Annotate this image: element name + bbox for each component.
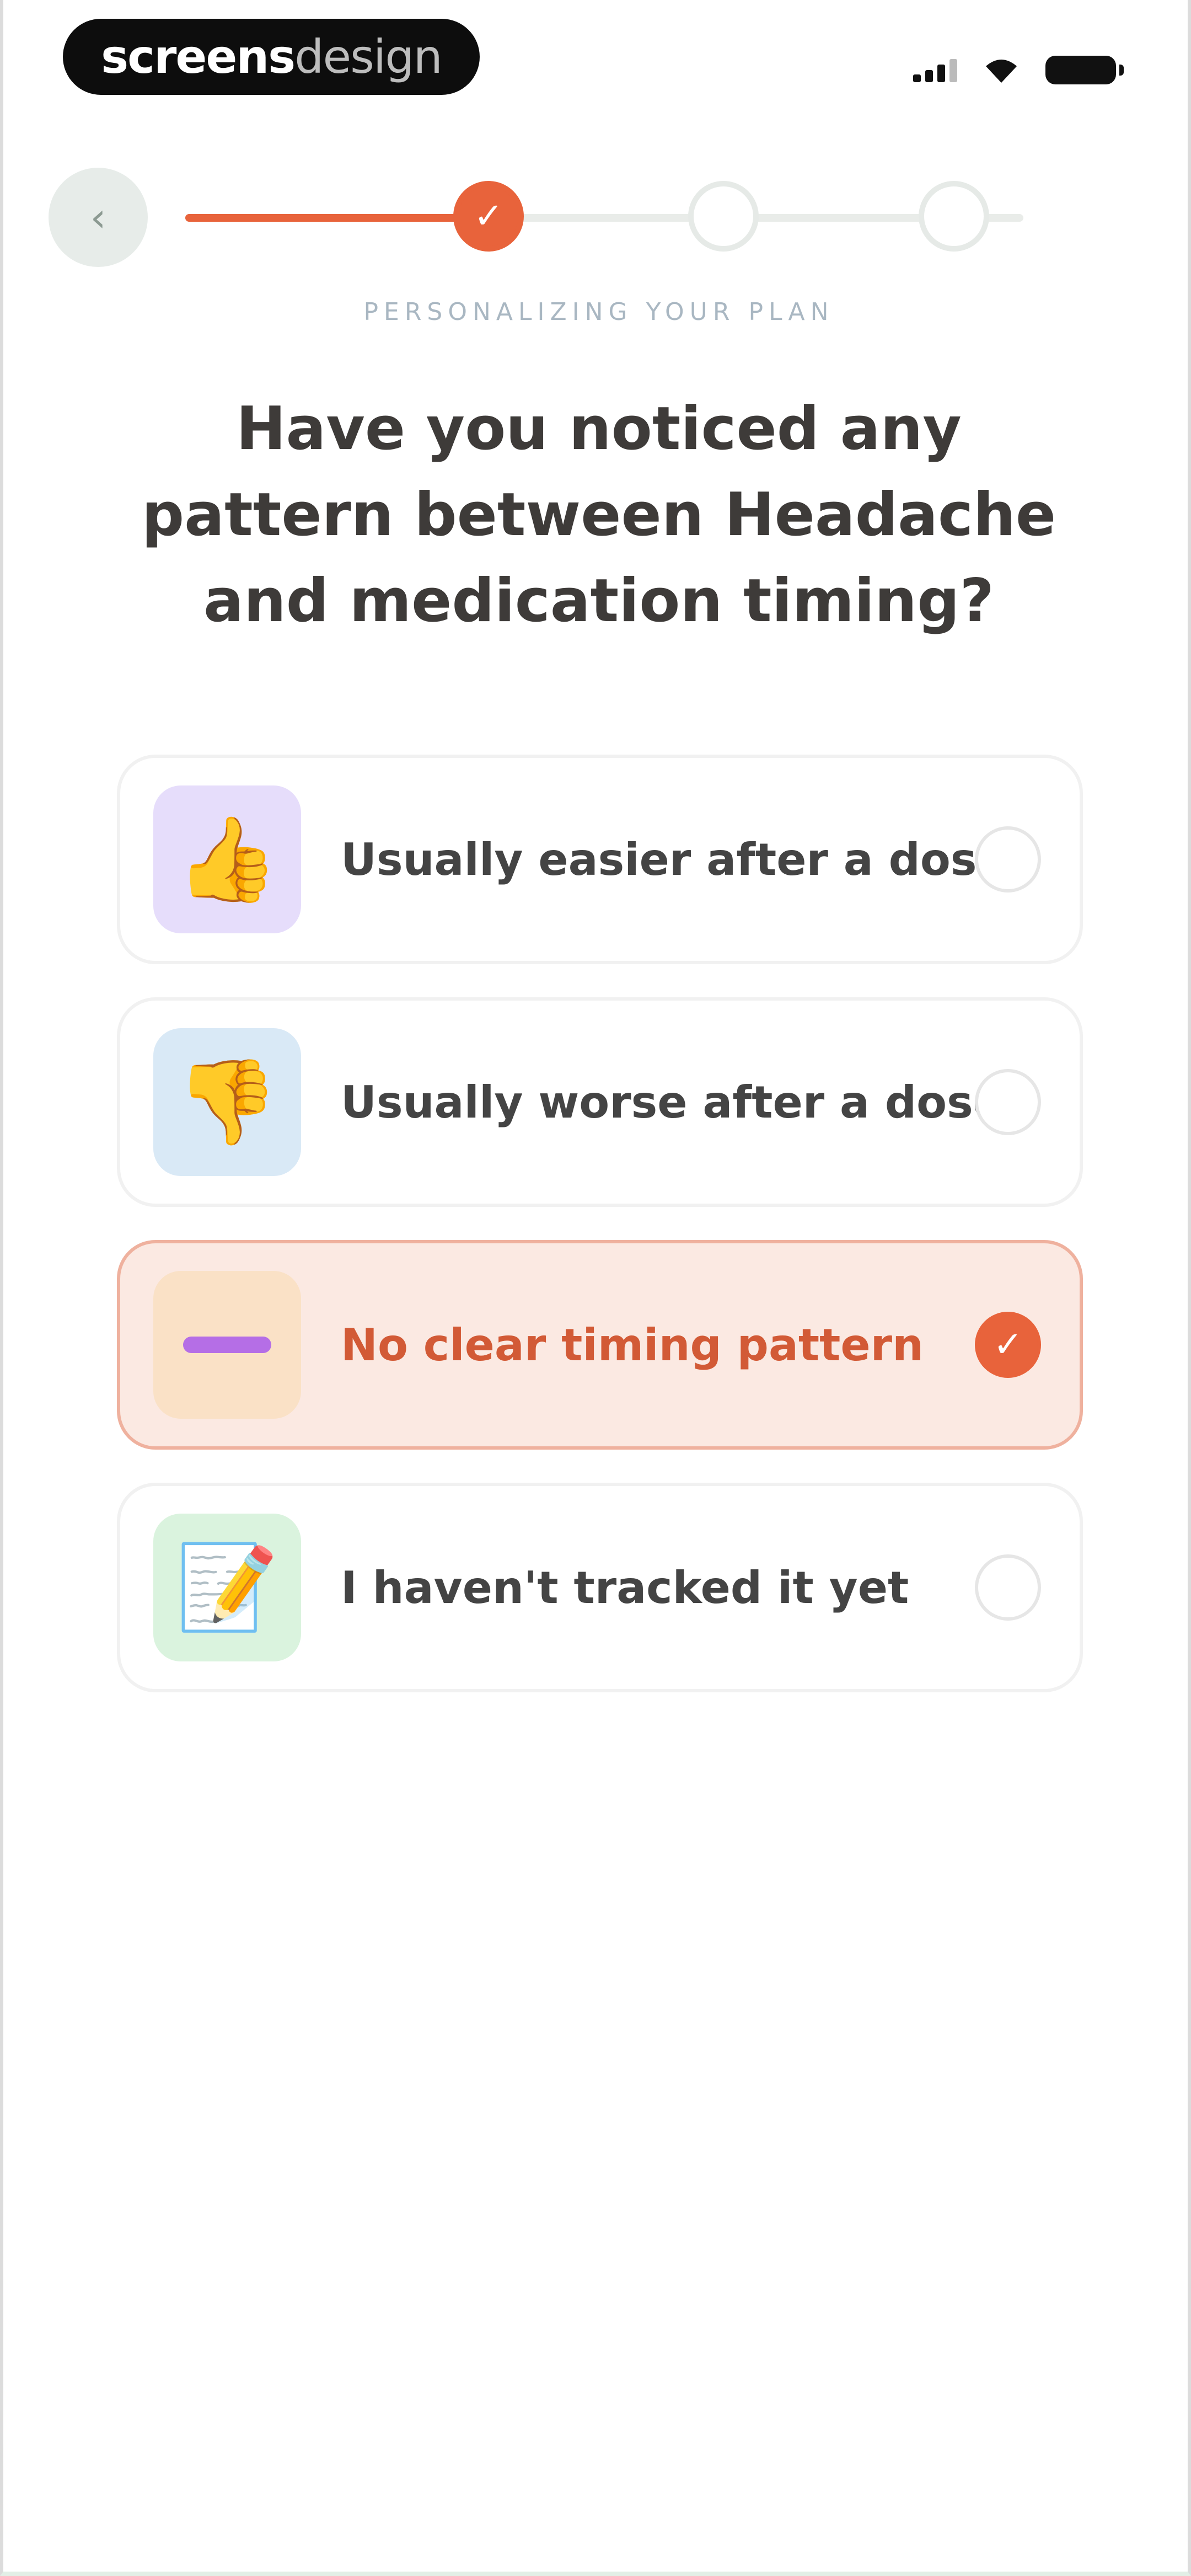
thumbs-up-icon: 👍 [153,785,301,933]
radio-button[interactable] [975,1069,1041,1135]
step-2 [688,181,759,252]
memo-icon: 📝 [153,1514,301,1661]
option-worse-after-dose[interactable]: 👎 Usually worse after a dose [117,997,1083,1207]
wifi-icon [986,60,1017,83]
radio-button[interactable] [975,1554,1041,1621]
chevron-left-icon: ‹ [90,194,106,241]
option-no-clear-pattern[interactable]: No clear timing pattern ✓ [117,1240,1083,1450]
cellular-signal-icon [913,58,957,82]
option-not-tracked[interactable]: 📝 I haven't tracked it yet [117,1483,1083,1692]
option-label: No clear timing pattern [341,1319,924,1371]
check-icon: ✓ [474,196,503,237]
check-icon: ✓ [993,1324,1023,1365]
brand-badge: screens design [63,19,480,95]
step-3 [919,181,989,252]
status-icons [913,51,1124,89]
brand-text-bold: screens [101,30,296,84]
options-list: 👍 Usually easier after a dose 👎 Usually … [117,755,1083,1725]
option-label: I haven't tracked it yet [341,1562,909,1613]
battery-icon [1045,56,1124,84]
step-1-complete: ✓ [453,181,524,252]
option-label: Usually easier after a dose [341,833,1007,885]
device-frame: screens design ‹ ✓ PERSONALIZING YOUR PLA… [0,0,1191,2576]
option-label: Usually worse after a dose [341,1076,1003,1128]
stage-label: PERSONALIZING YOUR PLAN [363,298,834,326]
option-easier-after-dose[interactable]: 👍 Usually easier after a dose [117,755,1083,964]
back-button[interactable]: ‹ [49,168,148,267]
question-title: Have you noticed any pattern between Hea… [141,394,1056,635]
thumbs-down-icon: 👎 [153,1028,301,1176]
progress-stepper: ✓ [185,181,1023,252]
progress-fill [185,214,470,222]
radio-button[interactable] [975,826,1041,892]
dash-icon [153,1271,301,1419]
brand-text-light: design [294,30,443,84]
radio-button-checked[interactable]: ✓ [975,1312,1041,1378]
